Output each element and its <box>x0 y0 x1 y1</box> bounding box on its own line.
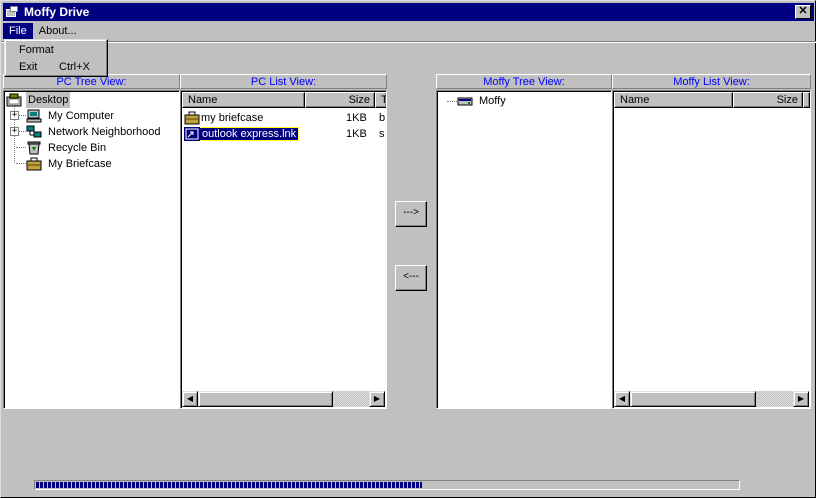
scroll-track[interactable] <box>756 391 793 407</box>
tree-item-label: Network Neighborhood <box>48 126 161 138</box>
moffy-tree-header: Moffy Tree View: <box>436 74 612 89</box>
drive-icon <box>457 94 473 108</box>
pc-list-view[interactable]: Name Size T my briefcase 1KB b outlook e… <box>180 90 387 409</box>
scroll-left-icon[interactable]: ◀ <box>614 391 630 407</box>
moffy-tree-view[interactable]: Moffy <box>436 90 612 409</box>
scroll-thumb[interactable] <box>198 391 333 407</box>
pc-list-header: PC List View: <box>180 74 387 89</box>
column-size[interactable]: Size <box>733 92 803 108</box>
column-extra[interactable] <box>803 92 810 108</box>
moffy-list-columns: Name Size <box>614 92 810 108</box>
menu-bar: File About... <box>3 22 814 40</box>
list-item-name: outlook express.lnk <box>198 127 300 141</box>
tree-item-network-neighborhood[interactable]: Network Neighborhood <box>26 124 163 140</box>
title-bar[interactable]: Moffy Drive ✕ <box>3 3 814 21</box>
list-item-name: my briefcase <box>201 112 264 124</box>
pc-tree-view[interactable]: Desktop My Computer + Network Neighborho… <box>3 90 180 409</box>
copy-to-pc-button[interactable]: <--- <box>395 265 427 291</box>
pc-list-columns: Name Size T <box>182 92 386 108</box>
tree-item-label: My Briefcase <box>48 158 112 170</box>
list-item-type: s <box>379 128 385 140</box>
tree-item-label: My Computer <box>48 110 115 122</box>
scroll-right-icon[interactable]: ▶ <box>369 391 385 407</box>
briefcase-icon <box>26 157 42 171</box>
desktop-icon <box>6 93 22 107</box>
app-window: Moffy Drive ✕ File About... Format Exit … <box>0 0 816 498</box>
pc-list-hscrollbar[interactable]: ◀ ▶ <box>182 391 385 407</box>
scroll-track[interactable] <box>333 391 369 407</box>
column-type[interactable]: T <box>375 92 386 108</box>
tree-item-recycle-bin[interactable]: Recycle Bin <box>26 140 108 156</box>
moffy-list-view[interactable]: Name Size ◀ ▶ <box>612 90 811 409</box>
tree-item-moffy[interactable]: Moffy <box>457 93 508 109</box>
close-button[interactable]: ✕ <box>795 5 811 19</box>
progress-fill <box>36 482 423 488</box>
shortcut-icon <box>184 127 200 141</box>
scroll-right-icon[interactable]: ▶ <box>793 391 809 407</box>
list-item-name-wrap: outlook express.lnk <box>198 126 346 142</box>
menu-item-format[interactable]: Format <box>5 42 107 59</box>
menu-item-exit[interactable]: Exit Ctrl+X <box>5 59 107 76</box>
scroll-left-icon[interactable]: ◀ <box>182 391 198 407</box>
list-item-size: 1KB <box>346 128 367 140</box>
moffy-list-header: Moffy List View: <box>612 74 811 89</box>
copy-to-moffy-button[interactable]: ---> <box>395 201 427 227</box>
column-name[interactable]: Name <box>614 92 733 108</box>
menu-file[interactable]: File <box>3 23 33 39</box>
progress-bar <box>34 480 740 490</box>
expand-icon[interactable]: + <box>10 127 19 136</box>
column-size[interactable]: Size <box>305 92 375 108</box>
tree-item-label: Recycle Bin <box>48 142 107 154</box>
window-title: Moffy Drive <box>24 5 90 19</box>
tree-item-label: Moffy <box>479 95 506 107</box>
briefcase-icon <box>184 111 200 125</box>
menu-item-exit-label: Exit <box>19 61 38 73</box>
list-item-type: b <box>379 112 386 124</box>
drive-icon <box>6 6 20 18</box>
moffy-list-hscrollbar[interactable]: ◀ ▶ <box>614 391 809 407</box>
menu-about[interactable]: About... <box>33 23 83 39</box>
list-item-selected[interactable]: outlook express.lnk 1KB s <box>184 126 386 142</box>
expand-icon[interactable]: + <box>10 111 19 120</box>
tree-item-desktop[interactable]: Desktop <box>6 92 71 108</box>
menu-item-format-label: Format <box>19 44 54 56</box>
menu-item-exit-shortcut: Ctrl+X <box>59 61 90 73</box>
menu-separator <box>1 41 816 43</box>
scroll-thumb[interactable] <box>630 391 756 407</box>
list-item-size: 1KB <box>346 112 367 124</box>
network-icon <box>26 125 42 139</box>
tree-item-my-briefcase[interactable]: My Briefcase <box>26 156 114 172</box>
tree-item-my-computer[interactable]: My Computer <box>26 108 116 124</box>
file-menu-dropdown: Format Exit Ctrl+X <box>4 39 108 77</box>
recycle-bin-icon <box>26 141 42 155</box>
tree-item-label: Desktop <box>26 92 71 108</box>
computer-icon <box>26 109 42 123</box>
list-item[interactable]: my briefcase 1KB b <box>184 110 386 126</box>
column-name[interactable]: Name <box>182 92 305 108</box>
